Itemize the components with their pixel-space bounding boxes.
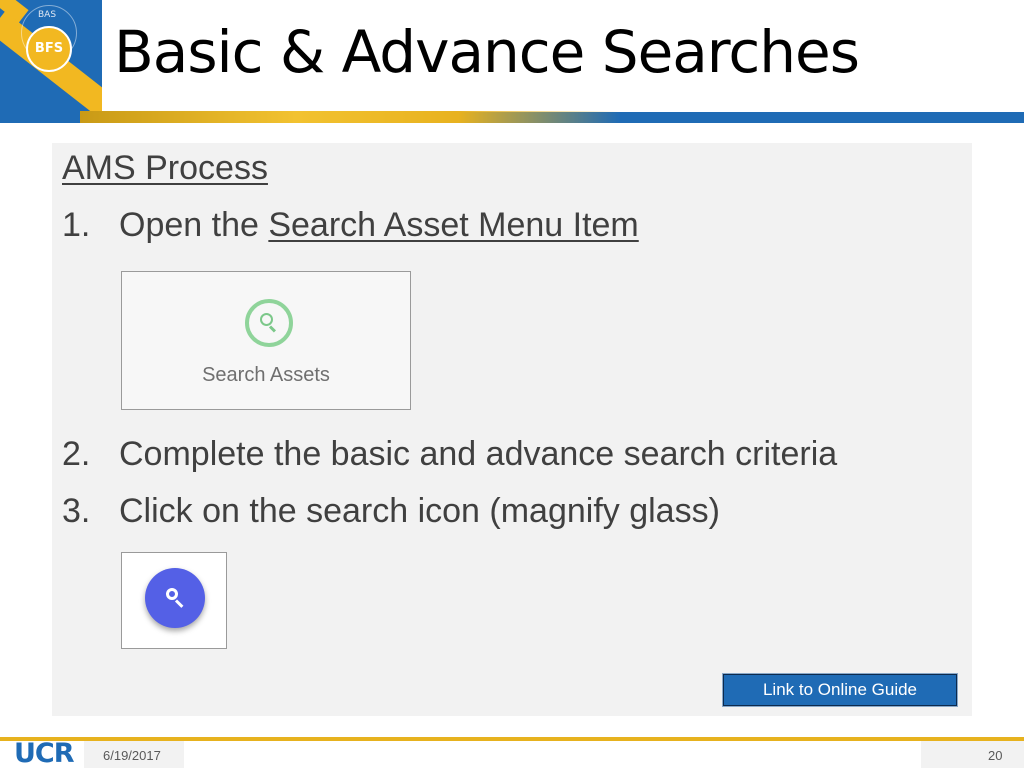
- search-button-screenshot: [121, 552, 227, 649]
- step-text-prefix: Open the: [119, 206, 269, 244]
- search-assets-label: Search Assets: [202, 364, 330, 386]
- ucr-logo: UCR: [14, 738, 75, 769]
- step-text: Open the Search Asset Menu Item: [119, 206, 639, 245]
- search-assets-screenshot: Search Assets: [121, 271, 411, 410]
- search-fab: [145, 568, 205, 628]
- step-number: 3.: [62, 492, 91, 530]
- header-stripe-gold: [80, 111, 620, 123]
- logo-small-text: BAS: [38, 10, 57, 20]
- slide-title: Basic & Advance Searches: [114, 18, 860, 86]
- step-number: 2.: [62, 435, 91, 473]
- step-number: 1.: [62, 206, 91, 244]
- page-number: 20: [988, 748, 1003, 763]
- footer-date: 6/19/2017: [103, 748, 161, 763]
- search-icon: [166, 588, 178, 600]
- logo-badge: BFS: [26, 26, 72, 72]
- search-asset-menu-link[interactable]: Search Asset Menu Item: [268, 206, 638, 244]
- content-panel: AMS Process 1. Open the Search Asset Men…: [52, 143, 972, 716]
- footer-page-box: [921, 741, 1024, 768]
- step-text: Complete the basic and advance search cr…: [119, 435, 838, 473]
- search-icon: [245, 299, 293, 347]
- bfs-logo: BAS BFS: [0, 0, 102, 123]
- step-text: Click on the search icon (magnify glass): [119, 492, 720, 530]
- section-heading: AMS Process: [62, 149, 268, 187]
- online-guide-link-button[interactable]: Link to Online Guide: [723, 674, 957, 706]
